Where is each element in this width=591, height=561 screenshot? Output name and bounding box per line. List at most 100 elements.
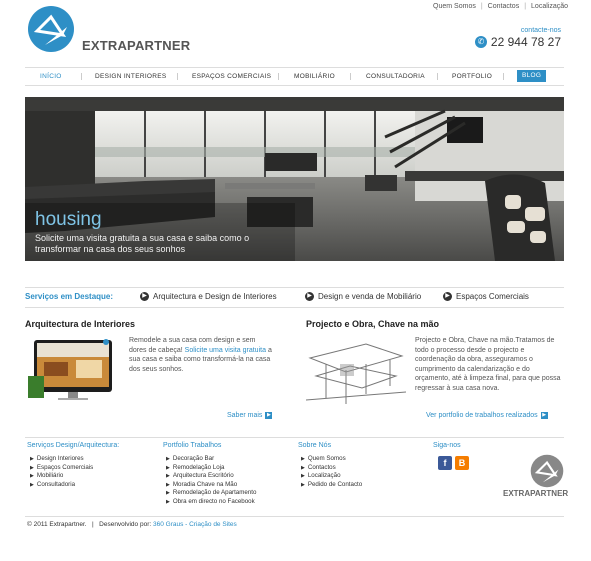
main-nav: INÍCIO DESIGN INTERIORES ESPAÇOS COMERCI…: [25, 67, 564, 86]
contact-label[interactable]: contacte-nos: [521, 27, 561, 34]
featured-item-label: Espaços Comerciais: [456, 292, 529, 301]
top-link-quem-somos[interactable]: Quem Somos: [428, 3, 481, 10]
arrow-right-icon: ▶: [443, 292, 452, 301]
nav-inicio[interactable]: INÍCIO: [40, 68, 62, 85]
nav-consultadoria[interactable]: CONSULTADORIA: [366, 68, 425, 85]
ver-portfolio-link[interactable]: Ver portfolio de trabalhos realizados ▶: [426, 412, 548, 419]
footer-link-label: Quem Somos: [307, 455, 346, 462]
footer-logo-icon: [530, 454, 564, 488]
nav-espacos-comerciais[interactable]: ESPAÇOS COMERCIAIS: [192, 68, 271, 85]
footer-link[interactable]: ▶ Decoração Bar: [166, 455, 256, 464]
footer-link-label: Localização: [307, 472, 341, 480]
footer-link[interactable]: ▶ Localização: [301, 472, 362, 481]
bottom-divider: [25, 516, 564, 517]
footer-link[interactable]: ▶ Remodelação Loja: [166, 464, 256, 473]
footer-link[interactable]: ▶ Consultadoria: [30, 481, 93, 490]
copyright: © 2011 Extrapartner. | Desenvolvido por:…: [27, 521, 237, 528]
nav-blog-button[interactable]: BLOG: [517, 70, 547, 82]
footer-link[interactable]: ▶ Mobiliário: [30, 472, 93, 481]
triangle-bullet-icon: ▶: [30, 456, 34, 462]
footer-divider: [25, 437, 564, 438]
footer-link-label: Espaços Comerciais: [36, 463, 94, 471]
divider: |: [88, 521, 98, 528]
top-link-localizacao[interactable]: Localização: [526, 3, 573, 10]
arrow-right-icon: ▶: [140, 292, 149, 301]
triangle-bullet-icon: ▶: [301, 464, 305, 471]
footer-link[interactable]: ▶ Pedido de Contacto: [301, 481, 362, 490]
blogger-icon[interactable]: B: [455, 456, 469, 470]
top-links: Quem Somos | Contactos | Localização: [428, 3, 573, 10]
hero-title: housing: [35, 209, 102, 230]
footer-link-label: Obra em directo no Facebook: [172, 497, 255, 505]
footer-link[interactable]: ▶ Arquitectura Escritório: [166, 472, 256, 481]
triangle-bullet-icon: ▶: [30, 464, 34, 471]
triangle-bullet-icon: ▶: [30, 473, 34, 480]
triangle-bullet-icon: ▶: [166, 456, 170, 462]
footer-link-label: Decoração Bar: [172, 455, 215, 462]
triangle-bullet-icon: ▶: [301, 473, 305, 480]
footer-services-list: ▶ Design Interiores ▶ Espaços Comerciais ▶…: [30, 455, 93, 489]
footer-link-label: Remodelação Loja: [172, 463, 225, 471]
nav-portfolio[interactable]: PORTFOLIO: [452, 68, 492, 85]
footer-link-label: Moradia Chave na Mão: [172, 480, 238, 488]
triangle-bullet-icon: ▶: [301, 481, 305, 488]
footer-about-list: ▶ Quem Somos ▶ Contactos ▶ Localização ▶ Ped…: [301, 455, 362, 489]
left-col-text: Remodele a sua casa com design e sem dor…: [129, 336, 274, 374]
featured-item[interactable]: ▶ Design e venda de Mobiliário: [305, 292, 421, 301]
logo-icon[interactable]: [27, 5, 75, 53]
nav-divider: [177, 73, 178, 80]
footer-link[interactable]: ▶ Quem Somos: [301, 455, 362, 464]
footer-link[interactable]: ▶ Moradia Chave na Mão: [166, 481, 256, 490]
nav-mobiliario[interactable]: MOBILIÁRIO: [294, 68, 335, 85]
phone-text: 22 944 78 27: [490, 35, 561, 49]
footer-portfolio-title: Portfolio Trabalhos: [163, 442, 222, 449]
hero-subtitle: Solicite uma visita gratuita a sua casa …: [35, 233, 250, 254]
arrow-right-icon: ▶: [305, 292, 314, 301]
footer-link[interactable]: ▶ Remodelação de Apartamento: [166, 489, 256, 498]
right-col-title: Projecto e Obra, Chave na mão: [306, 319, 440, 329]
footer-brand: EXTRAPARTNER: [503, 489, 569, 498]
triangle-bullet-icon: ▶: [166, 481, 170, 488]
footer-link[interactable]: ▶ Obra em directo no Facebook: [166, 498, 256, 507]
arrow-right-icon: ▶: [540, 412, 548, 419]
triangle-bullet-icon: ▶: [166, 464, 170, 471]
footer-link-label: Remodelação de Apartamento: [172, 489, 257, 497]
top-link-contactos[interactable]: Contactos: [483, 3, 525, 10]
triangle-bullet-icon: ▶: [301, 456, 305, 462]
developer-label: Desenvolvido por:: [99, 521, 152, 528]
footer-link-label: Pedido de Contacto: [307, 480, 363, 488]
footer-services-title: Serviços Design/Arquitectura:: [27, 442, 120, 449]
saber-mais-link[interactable]: Saber mais ▶: [227, 412, 273, 419]
right-col-text: Projecto e Obra, Chave na mão.Tratamos d…: [415, 337, 561, 392]
footer-link-label: Design Interiores: [36, 455, 84, 462]
ver-portfolio-label: Ver portfolio de trabalhos realizados: [426, 412, 538, 419]
footer-link[interactable]: ▶ Contactos: [301, 464, 362, 473]
triangle-bullet-icon: ▶: [166, 473, 170, 480]
featured-item[interactable]: ▶ Arquitectura e Design de Interiores: [140, 292, 277, 301]
nav-divider: [503, 73, 504, 80]
arrow-right-icon: ▶: [265, 412, 273, 419]
developer-link[interactable]: 360 Graus - Criação de Sites: [153, 521, 237, 528]
footer-link[interactable]: ▶ Design Interiores: [30, 455, 93, 464]
facebook-icon[interactable]: f: [438, 456, 452, 470]
footer-portfolio-list: ▶ Decoração Bar ▶ Remodelação Loja ▶ Arquit…: [166, 455, 256, 507]
copyright-text: © 2011 Extrapartner.: [27, 521, 87, 528]
nav-divider: [350, 73, 351, 80]
nav-divider: [278, 73, 279, 80]
featured-item-label: Design e venda de Mobiliário: [318, 292, 422, 301]
footer-social-title: Siga-nos: [433, 442, 461, 449]
architecture-sketch-image: [306, 343, 406, 404]
phone-icon: ✆: [474, 36, 487, 48]
footer-about-title: Sobre Nós: [298, 442, 332, 449]
footer-link-label: Consultadoria: [36, 480, 76, 488]
featured-title: Serviços em Destaque:: [25, 292, 114, 301]
brand-name[interactable]: EXTRAPARTNER: [82, 38, 190, 53]
triangle-bullet-icon: ▶: [30, 481, 34, 488]
footer-link-label: Mobiliário: [36, 472, 64, 480]
footer-link[interactable]: ▶ Espaços Comerciais: [30, 464, 93, 473]
nav-divider: [437, 73, 438, 80]
visit-link[interactable]: Solicite uma visita gratuita: [185, 347, 266, 354]
hero-banner[interactable]: housing Solicite uma visita gratuita a s…: [25, 97, 564, 261]
nav-design-interiores[interactable]: DESIGN INTERIORES: [95, 68, 167, 85]
featured-item[interactable]: ▶ Espaços Comerciais: [443, 292, 529, 301]
